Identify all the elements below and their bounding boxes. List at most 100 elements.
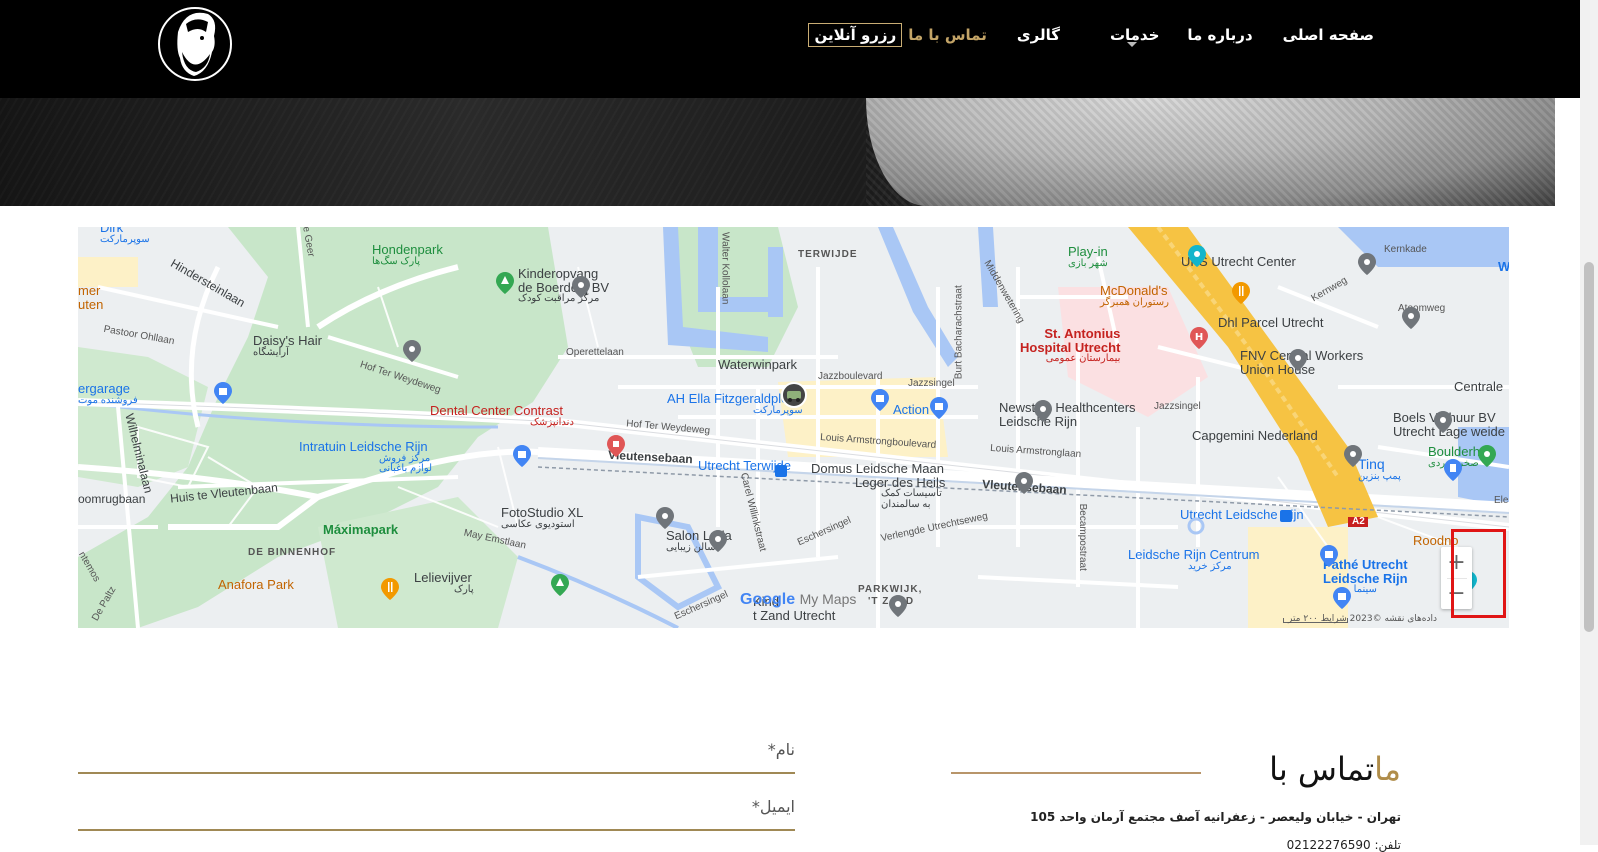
- poi-lelievijver-sub: پارک: [454, 583, 474, 595]
- poi-action[interactable]: Action: [893, 403, 929, 417]
- poi-playin[interactable]: Play-in شهر بازی: [1068, 245, 1108, 269]
- poi-anafora-park[interactable]: Anafora Park: [218, 578, 294, 592]
- embedded-google-map[interactable]: TERWIJDE DE BINNENHOF PARKWIJK, 'T ZAND …: [78, 227, 1509, 628]
- poi-mcdonalds-name: McDonald's: [1100, 283, 1168, 298]
- email-input[interactable]: [78, 829, 795, 831]
- name-input[interactable]: [78, 772, 795, 774]
- contact-phone: تلفن: 02122276590: [1286, 838, 1401, 852]
- contact-title-main: تماس با: [1269, 750, 1375, 788]
- road-jazzboulevard: Jazzboulevard: [818, 371, 883, 382]
- place-pin-icon[interactable]: [1402, 307, 1420, 329]
- area-parkwijk: PARKWIJK,: [858, 584, 923, 595]
- shopping-pin-icon[interactable]: [1320, 545, 1338, 567]
- poi-tinq[interactable]: Tinq پمپ بنزین: [1358, 457, 1401, 482]
- park-pin-icon[interactable]: [496, 272, 514, 294]
- poi-dhl[interactable]: Dhl Parcel Utrecht: [1218, 316, 1323, 330]
- poi-ergarage-sub: فروشنده موت: [78, 394, 138, 406]
- nav-online-reservation[interactable]: رزرو آنلاین: [808, 23, 903, 47]
- sport-pin-icon[interactable]: [1478, 445, 1496, 467]
- nav-contact[interactable]: تماس با ما: [908, 26, 987, 44]
- bearded-man-logo-icon[interactable]: [156, 2, 234, 82]
- poi-intratuin-name: Intratuin Leidsche Rijn: [299, 439, 428, 454]
- main-nav: صفحه اصلی درباره ما خدمات گالری تماس با …: [808, 0, 1374, 70]
- page-scrollbar-thumb[interactable]: [1584, 262, 1594, 632]
- place-pin-icon[interactable]: [1434, 411, 1452, 433]
- salon-pin-icon[interactable]: [403, 340, 421, 362]
- shopping-pin-icon[interactable]: [1333, 587, 1351, 609]
- poi-dental-center-sub: دندانپزشک: [530, 416, 574, 428]
- shopping-pin-icon[interactable]: [214, 382, 232, 404]
- poi-fotostudio[interactable]: FotoStudio XL استودیوی عکاسی: [501, 506, 583, 530]
- poi-waterwinpark[interactable]: Waterwinpark: [718, 358, 797, 372]
- poi-hondenpark-sub: پارک سگ‌ها: [372, 255, 421, 267]
- poi-hondenpark[interactable]: Hondenpark پارک سگ‌ها: [372, 243, 443, 267]
- place-pin-icon[interactable]: [889, 595, 907, 617]
- site-header: صفحه اصلی درباره ما خدمات گالری تماس با …: [0, 0, 1598, 98]
- poi-capgemini[interactable]: Capgemini Nederland: [1192, 429, 1318, 443]
- road-becampostraat: Becampostraat: [1076, 503, 1088, 571]
- services-dropdown-caret-icon[interactable]: [1127, 42, 1137, 47]
- contact-title-accent: ما: [1374, 750, 1401, 788]
- place-pin-icon[interactable]: [1358, 253, 1376, 275]
- poi-utrecht-terwijde-station[interactable]: Utrecht Terwijde: [698, 459, 791, 473]
- map-attribution[interactable]: داده‌های نقشه ©2023 شرایط ۲۰۰ متر: [1288, 614, 1437, 624]
- gas-station-pin-icon[interactable]: [1444, 459, 1462, 481]
- poi-domus[interactable]: Domus Leidsche Maan Leger des Heils تأسیسا…: [811, 462, 945, 510]
- poi-newstyle[interactable]: Newstyle Healthcenters Leidsche Rijn: [999, 401, 1136, 428]
- poi-fotostudio-name: FotoStudio XL: [501, 505, 584, 520]
- road-burt-bacharachstraat: Burt Bacharachstraat: [953, 285, 965, 380]
- poi-edge-w: W: [1498, 259, 1509, 274]
- poi-leidsche-rijn-centrum-name: Leidsche Rijn Centrum: [1128, 547, 1260, 562]
- poi-st-antonius[interactable]: St. Antonius Hospital Utrecht بیمارستان عم…: [1020, 327, 1120, 365]
- poi-daisys-hair[interactable]: Daisy's Hair آرایشگاه: [253, 334, 322, 358]
- nav-home[interactable]: صفحه اصلی: [1283, 26, 1374, 44]
- poi-edge-left[interactable]: mer uten: [78, 284, 103, 311]
- poi-intratuin-sub2: لوازم باغبانی: [379, 463, 433, 475]
- poi-mcdonalds[interactable]: McDonald's رستوران همبرگر: [1100, 284, 1169, 308]
- poi-intratuin[interactable]: Intratuin Leidsche Rijn مرکز فروش لوازم با…: [299, 440, 432, 475]
- place-pin-icon[interactable]: [709, 530, 727, 552]
- restaurant-pin-icon[interactable]: [381, 578, 399, 600]
- poi-lelievijver[interactable]: Lelievijver پارک: [414, 571, 474, 595]
- poi-kinderopvang-sub: مرکز مراقبت کودک: [518, 293, 600, 305]
- poi-edge-left-line2: uten: [78, 296, 104, 312]
- place-pin-icon[interactable]: [1289, 349, 1307, 371]
- shopping-pin-icon[interactable]: [871, 389, 889, 411]
- place-pin-icon[interactable]: [1034, 400, 1052, 422]
- road-jazzsingel-1: Jazzsingel: [908, 378, 955, 389]
- poi-dirk[interactable]: Dirk سوپرمارکت: [100, 227, 150, 245]
- poi-ergarage[interactable]: ergarage فروشنده موت: [78, 382, 138, 406]
- shopping-pin-icon[interactable]: [513, 445, 531, 467]
- hero-shirt-image: [866, 98, 1555, 206]
- poi-domus-sub2: به سالمندان: [881, 498, 931, 510]
- place-pin-icon[interactable]: [1187, 517, 1205, 539]
- selected-location-marker-icon[interactable]: [781, 382, 807, 408]
- name-field-label: نام*: [767, 740, 795, 759]
- zoom-control-highlight-box: [1451, 529, 1506, 618]
- poi-leidsche-rijn-centrum[interactable]: Leidsche Rijn Centrum مرکز خرید: [1128, 548, 1260, 572]
- poi-leidsche-rijn-centrum-sub: مرکز خرید: [1188, 560, 1232, 572]
- road-a2-badge: A2: [1352, 516, 1365, 527]
- hospital-pin-icon[interactable]: H: [1190, 327, 1208, 349]
- dentist-pin-icon[interactable]: [607, 435, 625, 457]
- poi-ergarage-name: ergarage: [78, 381, 131, 396]
- place-pin-icon[interactable]: [1015, 472, 1033, 494]
- road-kernkade: Kernkade: [1384, 244, 1427, 255]
- place-pin-icon[interactable]: [572, 276, 590, 298]
- poi-centrale[interactable]: Centrale: [1454, 380, 1503, 394]
- nav-about[interactable]: درباره ما: [1187, 26, 1252, 44]
- contact-title: ماتماس با: [1269, 750, 1401, 788]
- restaurant-pin-icon[interactable]: [1232, 282, 1250, 304]
- place-pin-icon[interactable]: [656, 507, 674, 529]
- poi-playin-sub: شهر بازی: [1068, 257, 1108, 269]
- nav-gallery[interactable]: گالری: [1017, 26, 1060, 44]
- poi-kinderopvang[interactable]: Kinderopvang de Boerderij BV مرکز مراقبت ک…: [518, 267, 609, 305]
- shopping-pin-icon[interactable]: [930, 397, 948, 419]
- park-pin-icon[interactable]: [551, 574, 569, 596]
- poi-fotostudio-sub: استودیوی عکاسی: [501, 518, 575, 530]
- playground-pin-icon[interactable]: [1188, 245, 1206, 267]
- poi-dental-center[interactable]: Dental Center Contrast دندانپزشک: [430, 404, 574, 428]
- poi-dental-center-name: Dental Center Contrast: [430, 403, 563, 418]
- place-pin-icon[interactable]: [1344, 445, 1362, 467]
- poi-daisys-hair-sub: آرایشگاه: [253, 346, 289, 358]
